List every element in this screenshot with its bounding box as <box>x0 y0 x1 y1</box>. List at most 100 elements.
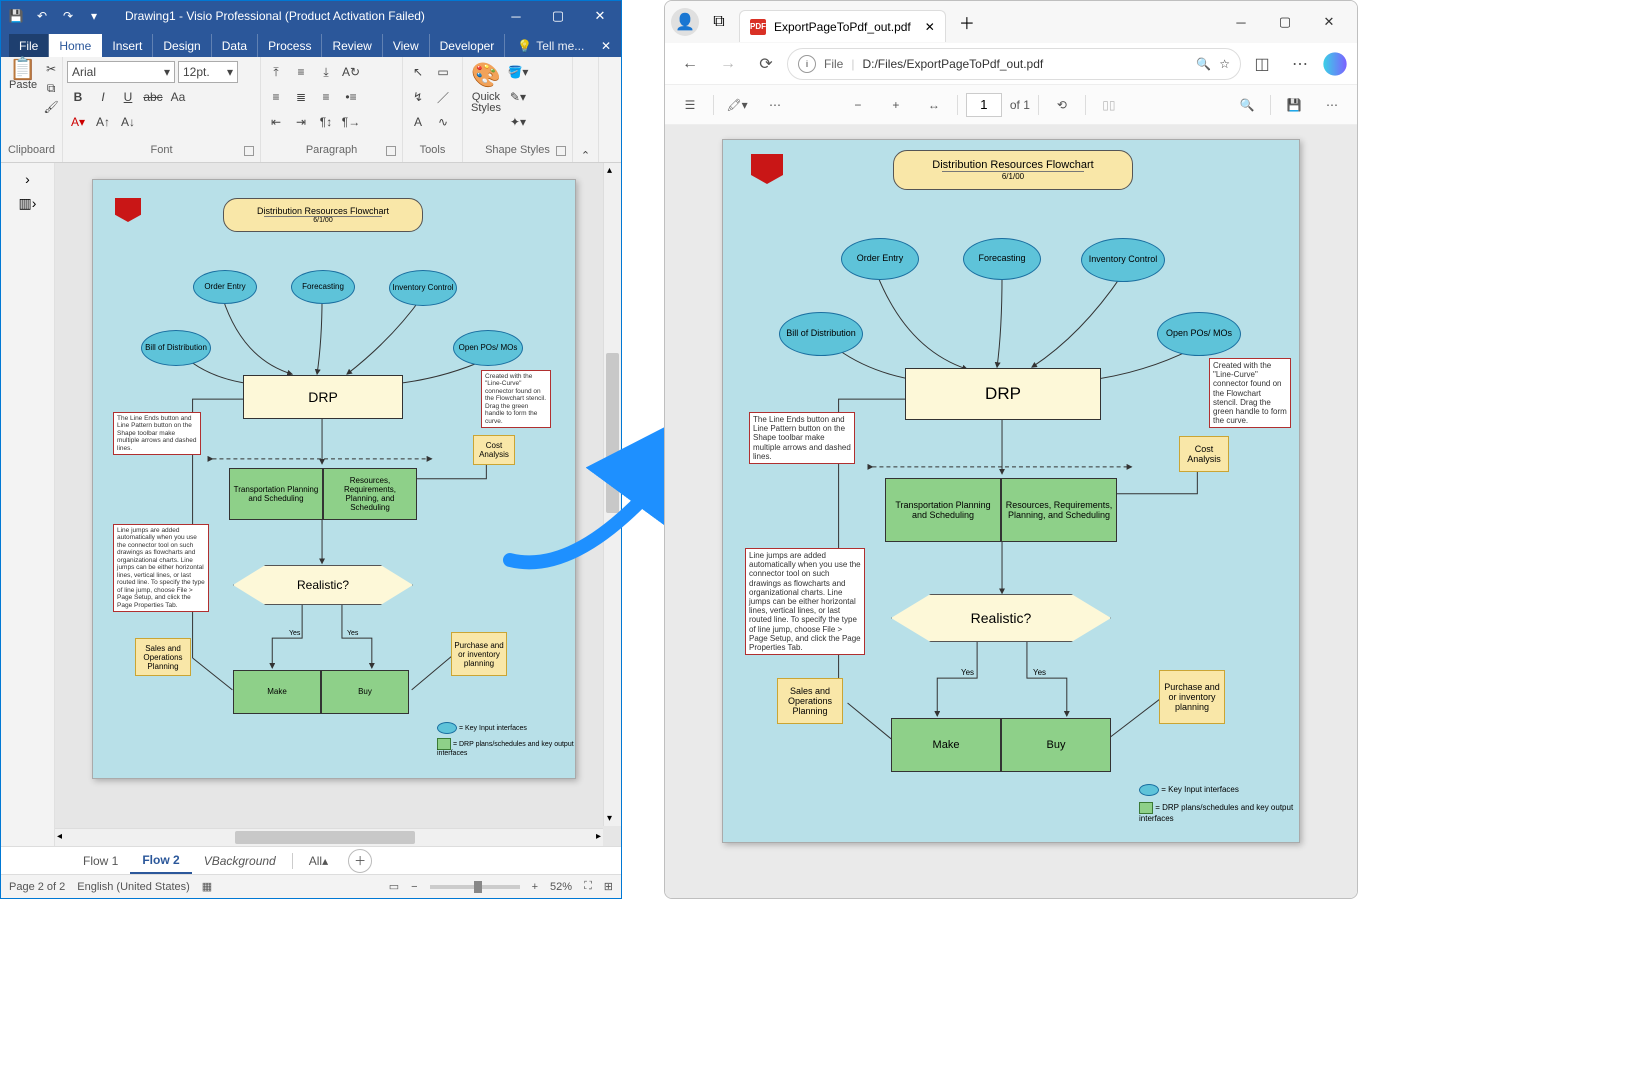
italic-button[interactable]: I <box>92 86 114 108</box>
address-bar[interactable]: i File | D:/Files/ExportPageToPdf_out.pd… <box>787 48 1241 80</box>
close-button[interactable]: ✕ <box>583 3 617 29</box>
align-top-button[interactable]: ⤒ <box>265 61 287 83</box>
redo-icon[interactable]: ↷ <box>57 5 79 27</box>
new-tab-button[interactable]: ＋ <box>952 7 982 37</box>
favorite-icon[interactable]: ☆ <box>1219 57 1230 71</box>
font-name-select[interactable]: Arial▾ <box>67 61 175 83</box>
fill-button[interactable]: 🪣▾ <box>507 61 529 83</box>
qat-dropdown-icon[interactable]: ▾ <box>83 5 105 27</box>
browser-tab[interactable]: PDF ExportPageToPdf_out.pdf ✕ <box>739 10 946 42</box>
copy-icon[interactable]: ⧉ <box>43 80 59 96</box>
para-spacing-button[interactable]: ¶↕ <box>315 111 337 133</box>
add-page-button[interactable]: ＋ <box>348 849 372 873</box>
effects-button[interactable]: ✦▾ <box>507 111 529 133</box>
maximize-button[interactable]: ▢ <box>541 3 575 29</box>
zoom-slider[interactable] <box>430 885 520 889</box>
canvas-scroll[interactable]: Distribution Resources Flowchart 6/1/00 <box>55 163 621 846</box>
dialog-launcher-icon[interactable] <box>556 146 566 156</box>
zoom-icon[interactable]: 🔍 <box>1196 57 1211 71</box>
format-painter-icon[interactable]: 🖌 <box>43 99 59 115</box>
connector-tool-icon[interactable]: ↯ <box>407 86 429 108</box>
freeform-tool-icon[interactable]: ∿ <box>432 111 454 133</box>
quick-styles-button[interactable]: 🎨 Quick Styles <box>467 59 505 116</box>
highlight-icon[interactable]: 🖍▾ <box>722 90 752 120</box>
save-icon[interactable]: 💾 <box>1279 90 1309 120</box>
scrollbar-vertical[interactable]: ▴ ▾ <box>603 163 621 826</box>
pan-zoom-icon[interactable]: ⊞ <box>604 880 613 893</box>
page-tab-vbackground[interactable]: VBackground <box>192 847 288 874</box>
text-tool-icon[interactable]: A <box>407 111 429 133</box>
align-right-button[interactable]: ≡ <box>315 86 337 108</box>
stencil-icon[interactable]: ▥› <box>19 195 37 212</box>
indent-inc-button[interactable]: ⇥ <box>290 111 312 133</box>
find-icon[interactable]: 🔍 <box>1232 90 1262 120</box>
contents-icon[interactable]: ☰ <box>675 90 705 120</box>
fit-width-icon[interactable]: ↔ <box>919 90 949 120</box>
text-case-button[interactable]: Aa <box>167 86 189 108</box>
tell-me[interactable]: 💡Tell me... <box>511 35 590 57</box>
scroll-left-icon[interactable]: ◂ <box>57 831 62 842</box>
page-tab-flow2[interactable]: Flow 2 <box>130 847 191 874</box>
slider-thumb[interactable] <box>474 881 482 893</box>
scroll-thumb[interactable] <box>606 353 619 513</box>
pdf-viewport[interactable]: Distribution Resources Flowchart 6/1/00 <box>665 125 1357 898</box>
ribbon-collapse[interactable]: ⌃ <box>573 57 599 162</box>
refresh-button[interactable]: ⟳ <box>749 47 783 81</box>
macro-record-icon[interactable]: ▦ <box>202 880 212 893</box>
bullets-button[interactable]: •≡ <box>340 86 362 108</box>
tab-file[interactable]: File <box>9 34 49 57</box>
page-tab-flow1[interactable]: Flow 1 <box>71 847 130 874</box>
back-button[interactable]: ← <box>673 47 707 81</box>
font-color-button[interactable]: A▾ <box>67 111 89 133</box>
scroll-up-icon[interactable]: ▴ <box>607 165 612 176</box>
align-center-button[interactable]: ≣ <box>290 86 312 108</box>
underline-button[interactable]: U <box>117 86 139 108</box>
expand-shapes-icon[interactable]: › <box>25 171 30 187</box>
minimize-button[interactable]: ─ <box>1219 6 1263 38</box>
align-mid-button[interactable]: ≡ <box>290 61 312 83</box>
font-size-select[interactable]: 12pt.▾ <box>178 61 238 83</box>
tab-home[interactable]: Home <box>49 34 102 57</box>
tab-data[interactable]: Data <box>212 34 258 57</box>
scroll-thumb[interactable] <box>235 831 415 844</box>
status-language[interactable]: English (United States) <box>77 881 190 893</box>
line-tool-icon[interactable]: ／ <box>432 86 454 108</box>
presentation-mode-icon[interactable]: ▭ <box>389 880 399 893</box>
minimize-button[interactable]: ─ <box>499 3 533 29</box>
rtl-button[interactable]: ¶→ <box>340 111 362 133</box>
dialog-launcher-icon[interactable] <box>386 146 396 156</box>
tab-review[interactable]: Review <box>322 34 382 57</box>
zoom-out-button[interactable]: − <box>411 881 417 893</box>
scrollbar-horizontal[interactable]: ◂ ▸ <box>55 828 603 846</box>
rect-tool-icon[interactable]: ▭ <box>432 61 454 83</box>
page-tab-all[interactable]: All ▴ <box>297 847 340 874</box>
undo-icon[interactable]: ↶ <box>31 5 53 27</box>
workspaces-icon[interactable]: ⧉ <box>705 8 733 36</box>
pointer-tool-icon[interactable]: ↖ <box>407 61 429 83</box>
align-left-button[interactable]: ≡ <box>265 86 287 108</box>
paste-button[interactable]: 📋 Paste <box>5 59 41 93</box>
scroll-right-icon[interactable]: ▸ <box>596 831 601 842</box>
tab-insert[interactable]: Insert <box>102 34 153 57</box>
align-bot-button[interactable]: ⤓ <box>315 61 337 83</box>
visio-drawing-page[interactable]: Distribution Resources Flowchart 6/1/00 <box>92 179 576 779</box>
copilot-icon[interactable] <box>1321 50 1349 78</box>
line-button[interactable]: ✎▾ <box>507 86 529 108</box>
scroll-down-icon[interactable]: ▾ <box>607 813 612 824</box>
menu-button[interactable]: ⋯ <box>1283 47 1317 81</box>
more-tools-icon[interactable]: ⋯ <box>760 90 790 120</box>
dialog-launcher-icon[interactable] <box>244 146 254 156</box>
site-info-icon[interactable]: i <box>798 55 816 73</box>
profile-icon[interactable]: 👤 <box>671 8 699 36</box>
maximize-button[interactable]: ▢ <box>1263 6 1307 38</box>
zoom-in-button[interactable]: + <box>532 881 538 893</box>
bold-button[interactable]: B <box>67 86 89 108</box>
close-tab-icon[interactable]: ✕ <box>925 20 935 34</box>
split-screen-icon[interactable]: ◫ <box>1245 47 1279 81</box>
strike-button[interactable]: abc <box>142 86 164 108</box>
save-icon[interactable]: 💾 <box>5 5 27 27</box>
tab-developer[interactable]: Developer <box>430 34 506 57</box>
grow-font-button[interactable]: A↑ <box>92 111 114 133</box>
tab-view[interactable]: View <box>383 34 430 57</box>
fit-page-icon[interactable]: ⛶ <box>584 880 592 893</box>
